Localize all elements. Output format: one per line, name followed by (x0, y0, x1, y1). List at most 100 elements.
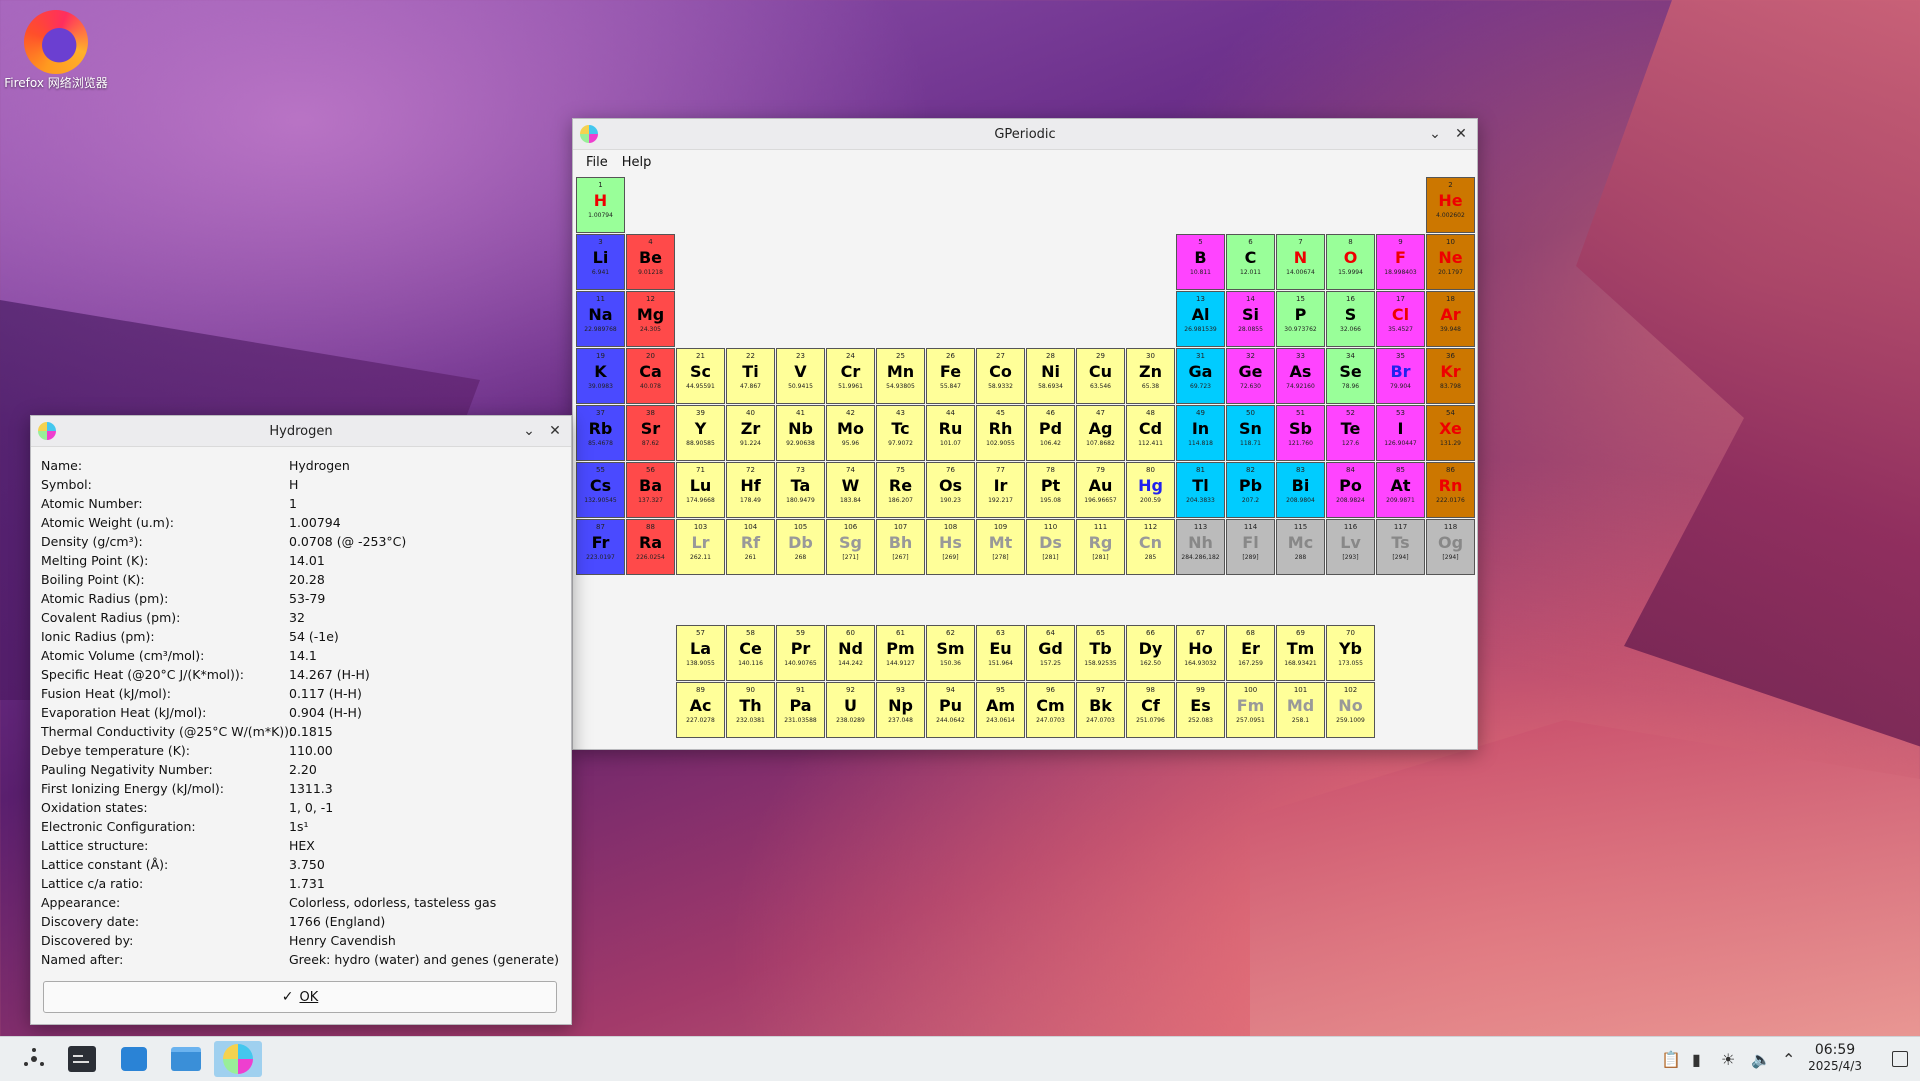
element-cell-fm[interactable]: 100 Fm 257.0951 (1226, 682, 1275, 738)
element-cell-la[interactable]: 57 La 138.9055 (676, 625, 725, 681)
brightness-icon[interactable]: ☀ (1721, 1050, 1735, 1069)
element-cell-be[interactable]: 4 Be 9.01218 (626, 234, 675, 290)
element-cell-y[interactable]: 39 Y 88.90585 (676, 405, 725, 461)
element-cell-na[interactable]: 11 Na 22.989768 (576, 291, 625, 347)
element-cell-hg[interactable]: 80 Hg 200.59 (1126, 462, 1175, 518)
taskbar-files[interactable] (166, 1041, 206, 1077)
taskbar-gperiodic[interactable] (214, 1041, 262, 1077)
element-cell-es[interactable]: 99 Es 252.083 (1176, 682, 1225, 738)
battery-icon[interactable]: ▮ (1692, 1050, 1701, 1069)
element-cell-re[interactable]: 75 Re 186.207 (876, 462, 925, 518)
element-cell-se[interactable]: 34 Se 78.96 (1326, 348, 1375, 404)
element-cell-at[interactable]: 85 At 209.9871 (1376, 462, 1425, 518)
element-cell-xe[interactable]: 54 Xe 131.29 (1426, 405, 1475, 461)
element-cell-si[interactable]: 14 Si 28.0855 (1226, 291, 1275, 347)
element-cell-ti[interactable]: 22 Ti 47.867 (726, 348, 775, 404)
element-cell-ca[interactable]: 20 Ca 40.078 (626, 348, 675, 404)
element-cell-ge[interactable]: 32 Ge 72.630 (1226, 348, 1275, 404)
element-cell-cf[interactable]: 98 Cf 251.0796 (1126, 682, 1175, 738)
element-cell-po[interactable]: 84 Po 208.9824 (1326, 462, 1375, 518)
element-cell-ga[interactable]: 31 Ga 69.723 (1176, 348, 1225, 404)
element-cell-li[interactable]: 3 Li 6.941 (576, 234, 625, 290)
element-cell-sr[interactable]: 38 Sr 87.62 (626, 405, 675, 461)
element-cell-sc[interactable]: 21 Sc 44.95591 (676, 348, 725, 404)
element-cell-cl[interactable]: 17 Cl 35.4527 (1376, 291, 1425, 347)
element-cell-cs[interactable]: 55 Cs 132.90545 (576, 462, 625, 518)
element-cell-nb[interactable]: 41 Nb 92.90638 (776, 405, 825, 461)
element-cell-c[interactable]: 6 C 12.011 (1226, 234, 1275, 290)
element-cell-ho[interactable]: 67 Ho 164.93032 (1176, 625, 1225, 681)
element-cell-ac[interactable]: 89 Ac 227.0278 (676, 682, 725, 738)
element-cell-sg[interactable]: 106 Sg [271] (826, 519, 875, 575)
taskbar-terminal[interactable] (62, 1041, 102, 1077)
element-cell-mg[interactable]: 12 Mg 24.305 (626, 291, 675, 347)
volume-icon[interactable]: 🔈 (1751, 1050, 1771, 1069)
element-cell-pu[interactable]: 94 Pu 244.0642 (926, 682, 975, 738)
element-cell-v[interactable]: 23 V 50.9415 (776, 348, 825, 404)
element-cell-ir[interactable]: 77 Ir 192.217 (976, 462, 1025, 518)
element-cell-rn[interactable]: 86 Rn 222.0176 (1426, 462, 1475, 518)
element-cell-cu[interactable]: 29 Cu 63.546 (1076, 348, 1125, 404)
element-cell-ta[interactable]: 73 Ta 180.9479 (776, 462, 825, 518)
element-cell-sm[interactable]: 62 Sm 150.36 (926, 625, 975, 681)
clipboard-icon[interactable]: 📋 (1661, 1050, 1681, 1069)
element-cell-o[interactable]: 8 O 15.9994 (1326, 234, 1375, 290)
element-cell-i[interactable]: 53 I 126.90447 (1376, 405, 1425, 461)
element-cell-cd[interactable]: 48 Cd 112.411 (1126, 405, 1175, 461)
element-cell-ru[interactable]: 44 Ru 101.07 (926, 405, 975, 461)
element-cell-p[interactable]: 15 P 30.973762 (1276, 291, 1325, 347)
element-cell-as[interactable]: 33 As 74.92160 (1276, 348, 1325, 404)
element-cell-bh[interactable]: 107 Bh [267] (876, 519, 925, 575)
element-cell-nh[interactable]: 113 Nh 284.286,182 (1176, 519, 1225, 575)
clock[interactable]: 06:59 2025/4/3 (1808, 1042, 1862, 1074)
element-cell-ra[interactable]: 88 Ra 226.0254 (626, 519, 675, 575)
element-cell-te[interactable]: 52 Te 127.6 (1326, 405, 1375, 461)
element-cell-pa[interactable]: 91 Pa 231.03588 (776, 682, 825, 738)
window-titlebar[interactable]: GPeriodic ⌄ ✕ (573, 119, 1477, 150)
element-cell-pb[interactable]: 82 Pb 207.2 (1226, 462, 1275, 518)
menu-help[interactable]: Help (615, 155, 659, 170)
element-cell-fe[interactable]: 26 Fe 55.847 (926, 348, 975, 404)
element-cell-k[interactable]: 19 K 39.0983 (576, 348, 625, 404)
element-cell-bk[interactable]: 97 Bk 247.0703 (1076, 682, 1125, 738)
element-cell-cn[interactable]: 112 Cn 285 (1126, 519, 1175, 575)
element-cell-ba[interactable]: 56 Ba 137.327 (626, 462, 675, 518)
element-cell-pd[interactable]: 46 Pd 106.42 (1026, 405, 1075, 461)
close-button[interactable]: ✕ (545, 421, 565, 441)
element-cell-th[interactable]: 90 Th 232.0381 (726, 682, 775, 738)
element-cell-s[interactable]: 16 S 32.066 (1326, 291, 1375, 347)
element-cell-cm[interactable]: 96 Cm 247.0703 (1026, 682, 1075, 738)
element-cell-rf[interactable]: 104 Rf 261 (726, 519, 775, 575)
element-cell-ag[interactable]: 47 Ag 107.8682 (1076, 405, 1125, 461)
element-cell-ds[interactable]: 110 Ds [281] (1026, 519, 1075, 575)
element-cell-he[interactable]: 2 He 4.002602 (1426, 177, 1475, 233)
element-cell-og[interactable]: 118 Og [294] (1426, 519, 1475, 575)
element-cell-mo[interactable]: 42 Mo 95.96 (826, 405, 875, 461)
element-cell-np[interactable]: 93 Np 237.048 (876, 682, 925, 738)
element-cell-am[interactable]: 95 Am 243.0614 (976, 682, 1025, 738)
element-cell-rh[interactable]: 45 Rh 102.9055 (976, 405, 1025, 461)
ok-button[interactable]: ✓ OK (43, 981, 557, 1013)
element-cell-os[interactable]: 76 Os 190.23 (926, 462, 975, 518)
element-cell-kr[interactable]: 36 Kr 83.798 (1426, 348, 1475, 404)
element-cell-ce[interactable]: 58 Ce 140.116 (726, 625, 775, 681)
element-cell-tb[interactable]: 65 Tb 158.92535 (1076, 625, 1125, 681)
element-cell-no[interactable]: 102 No 259.1009 (1326, 682, 1375, 738)
element-cell-f[interactable]: 9 F 18.998403 (1376, 234, 1425, 290)
element-cell-lr[interactable]: 103 Lr 262.11 (676, 519, 725, 575)
element-cell-fr[interactable]: 87 Fr 223.0197 (576, 519, 625, 575)
element-cell-eu[interactable]: 63 Eu 151.964 (976, 625, 1025, 681)
element-cell-rg[interactable]: 111 Rg [281] (1076, 519, 1125, 575)
menu-file[interactable]: File (579, 155, 615, 170)
chevron-up-icon[interactable]: ⌃ (1782, 1050, 1795, 1069)
desktop-icon-firefox[interactable]: Firefox 网络浏览器 (4, 6, 108, 91)
element-cell-lv[interactable]: 116 Lv [293] (1326, 519, 1375, 575)
element-cell-al[interactable]: 13 Al 26.981539 (1176, 291, 1225, 347)
element-cell-pm[interactable]: 61 Pm 144.9127 (876, 625, 925, 681)
element-cell-bi[interactable]: 83 Bi 208.9804 (1276, 462, 1325, 518)
element-cell-mt[interactable]: 109 Mt [278] (976, 519, 1025, 575)
element-cell-hs[interactable]: 108 Hs [269] (926, 519, 975, 575)
app-launcher-button[interactable] (14, 1041, 54, 1077)
element-cell-zn[interactable]: 30 Zn 65.38 (1126, 348, 1175, 404)
element-cell-br[interactable]: 35 Br 79.904 (1376, 348, 1425, 404)
